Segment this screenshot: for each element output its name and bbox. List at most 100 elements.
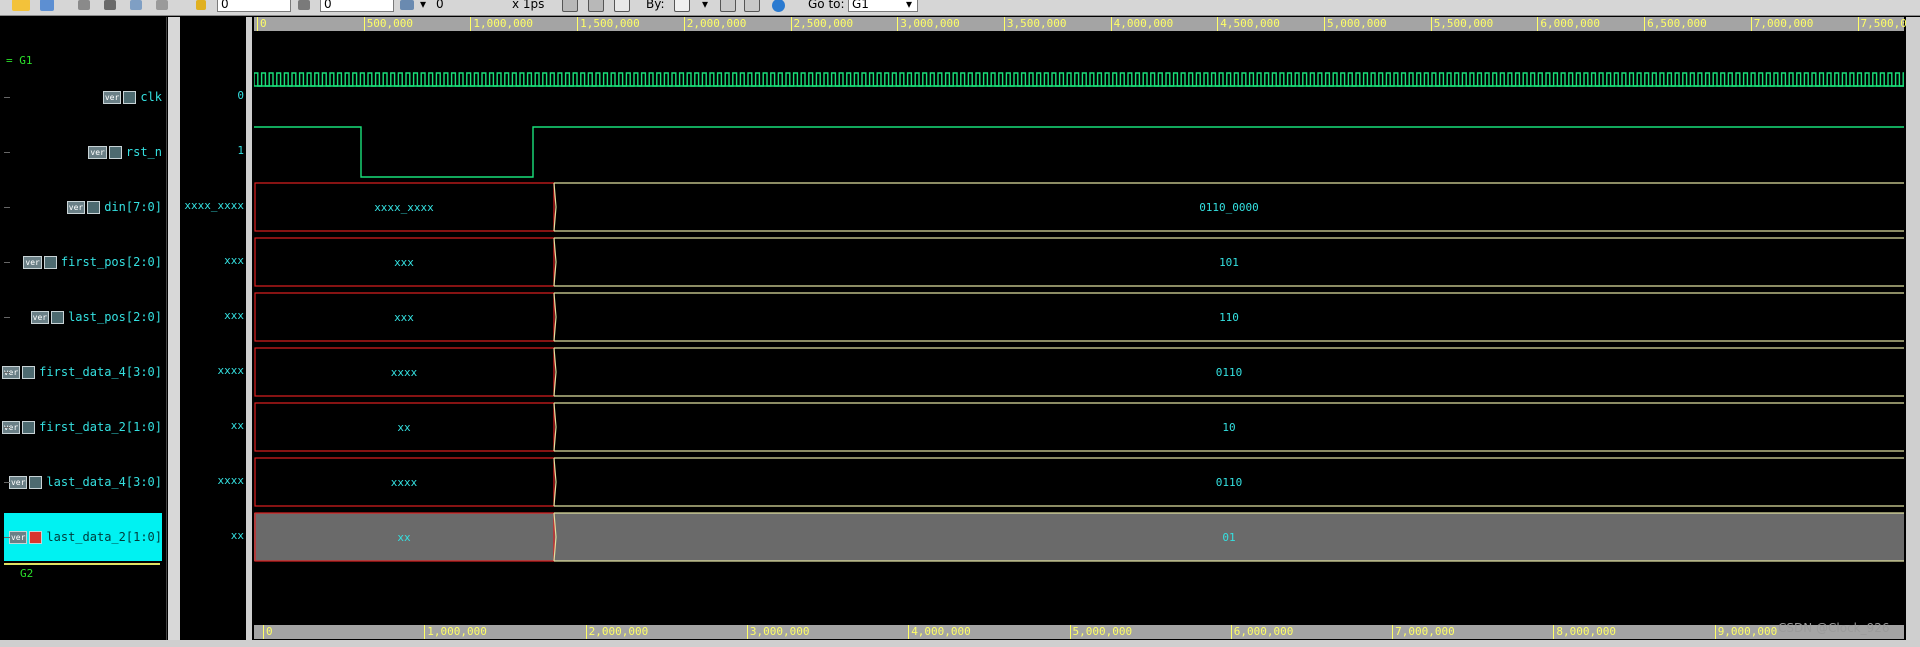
copy-icon[interactable] (130, 0, 142, 14)
delta-icon[interactable] (400, 0, 414, 14)
signal-row-2[interactable]: ver din[7:0] (0, 195, 162, 219)
time-value-field[interactable]: 0 (320, 0, 394, 12)
next-edge-icon[interactable] (744, 0, 760, 14)
ruler-top-label: 5,500,000 (1430, 17, 1494, 31)
search-by-icon[interactable] (674, 0, 690, 14)
goto-label: Go to: (808, 0, 845, 11)
ruler-bottom-label: 1,000,000 (424, 625, 487, 639)
step-value: 0 (436, 0, 444, 11)
value-panel-scrollbar[interactable] (246, 17, 252, 640)
input-port-icon (108, 145, 122, 159)
toolbar: 0 0 ▾ 0 x 1ps By: ▾ Go to: G1 ▾ (0, 0, 1920, 16)
verilog-badge: ver (66, 200, 86, 214)
ruler-bottom-label: 3,000,000 (746, 625, 810, 639)
ruler-top-label: 500,000 (363, 17, 414, 31)
waveform-vertical-scrollbar[interactable] (1906, 17, 1920, 640)
signal-name: rst_n (125, 145, 162, 159)
time-start-field[interactable]: 0 (217, 0, 291, 12)
row-tick (4, 482, 10, 483)
signal-value: xxx (224, 254, 244, 267)
ruler-top-label: 6,000,000 (1537, 17, 1600, 31)
search-by-dropdown-icon[interactable]: ▾ (702, 0, 708, 11)
row-tick (4, 262, 10, 263)
zoom-out-icon[interactable] (562, 0, 578, 14)
register-icon (51, 310, 65, 324)
ruler-top-label: 7,000,000 (1750, 17, 1814, 31)
signal-value: xxxx (217, 364, 245, 377)
annotate-icon[interactable] (772, 0, 785, 14)
horizontal-scrollbar[interactable] (0, 640, 1920, 647)
verilog-badge: ver (102, 90, 122, 104)
zoom-unit: x 1ps (512, 0, 545, 11)
bus-value: 10 (1222, 421, 1235, 434)
verilog-badge: ver (23, 255, 42, 269)
cut-icon[interactable] (104, 0, 116, 14)
signal-row-3[interactable]: ver first_pos[2:0] (0, 250, 162, 274)
signal-value: xxxx (217, 474, 245, 487)
bus-value: 0110_0000 (1199, 201, 1259, 214)
signal-row-8[interactable]: ver last_data_2[1:0] (4, 513, 162, 561)
name-panel-scrollbar[interactable] (168, 17, 180, 640)
input-port-icon (123, 90, 137, 104)
prev-edge-icon[interactable] (720, 0, 736, 14)
verilog-badge: ver (8, 475, 28, 489)
verilog-badge: ver (88, 145, 107, 159)
row-tick (4, 152, 10, 153)
goto-dropdown-icon[interactable]: ▾ (906, 0, 912, 11)
bus-value-unknown: xx (397, 531, 411, 544)
signal-name: last_pos[2:0] (68, 310, 162, 324)
ruler-bottom-label: 6,000,000 (1230, 625, 1294, 639)
signal-row-0[interactable]: ver clk (0, 85, 162, 109)
ruler-bottom-label: 8,000,000 (1553, 625, 1616, 639)
time-ruler-top[interactable]: 0 500,000 1,000,000 1,500,000 2,000,000 2,500… (254, 17, 1920, 31)
zoom-in-icon[interactable] (588, 0, 604, 14)
ruler-bottom-label: 0 (263, 625, 273, 639)
signal-row-7[interactable]: ver last_data_4[3:0] (0, 470, 162, 494)
selected-bus-fill (254, 513, 1904, 561)
group-g1-label[interactable]: = G1 (6, 54, 33, 67)
signal-row-6[interactable]: ver first_data_2[1:0] (0, 415, 162, 439)
signal-value: xxx (224, 309, 244, 322)
ruler-top-label: 6,500,000 (1644, 17, 1707, 31)
hierarchy-icon[interactable] (40, 0, 54, 14)
row-tick (4, 372, 10, 373)
signal-row-5[interactable]: ver first_data_4[3:0] (0, 360, 162, 384)
signal-name: last_data_2[1:0] (46, 530, 162, 544)
watermark: CSDN @Clock_926 (1778, 621, 1890, 635)
bus-value: 01 (1222, 531, 1235, 544)
signal-row-4[interactable]: ver last_pos[2:0] (0, 305, 162, 329)
verilog-badge: ver (30, 310, 50, 324)
undo-icon[interactable] (78, 0, 90, 14)
waveform-panel[interactable]: xxxx_xxxx 0110_0000 xxx 101 xxx 110 xxxx 0110 xx… (254, 17, 1904, 625)
signal-name: last_data_4[3:0] (46, 475, 162, 489)
verilog-badge: ver (8, 530, 28, 544)
signal-value: xx (230, 529, 244, 542)
bus-value-unknown: xxxx (391, 476, 418, 489)
paste-icon[interactable] (156, 0, 168, 14)
time-ruler-bottom[interactable]: 0 1,000,000 2,000,000 3,000,000 4,000,000 5,0… (254, 625, 1904, 639)
open-folder-icon[interactable] (12, 0, 30, 14)
marker-icon[interactable] (298, 0, 310, 14)
ruler-bottom-label: 4,000,000 (908, 625, 971, 639)
cursor-icon[interactable] (196, 0, 206, 14)
input-port-icon (87, 200, 101, 214)
ruler-top-label: 1,000,000 (470, 17, 533, 31)
row-tick (4, 427, 10, 428)
register-icon (22, 365, 36, 379)
zoom-fit-icon[interactable] (614, 0, 630, 14)
ruler-top-label: 1,500,000 (577, 17, 640, 31)
bus-value-unknown: xxxx_xxxx (374, 201, 434, 214)
ruler-bottom-label: 2,000,000 (585, 625, 649, 639)
bus-value-unknown: xxxx (391, 366, 418, 379)
step-dropdown-icon[interactable]: ▾ (420, 0, 426, 11)
signal-name: din[7:0] (104, 200, 162, 214)
row-tick (4, 97, 10, 98)
group-g2-label[interactable]: G2 (20, 567, 33, 580)
ruler-top-label: 2,000,000 (683, 17, 747, 31)
clk-waveform (254, 72, 1904, 87)
row-tick (4, 537, 10, 538)
ruler-top-label: 2,500,000 (790, 17, 854, 31)
ruler-top-label: 5,000,000 (1324, 17, 1387, 31)
signal-row-1[interactable]: ver rst_n (0, 140, 162, 164)
waveform-canvas[interactable]: xxxx_xxxx 0110_0000xxx 101xxx 110xxxx 0110xx… (254, 17, 1904, 625)
